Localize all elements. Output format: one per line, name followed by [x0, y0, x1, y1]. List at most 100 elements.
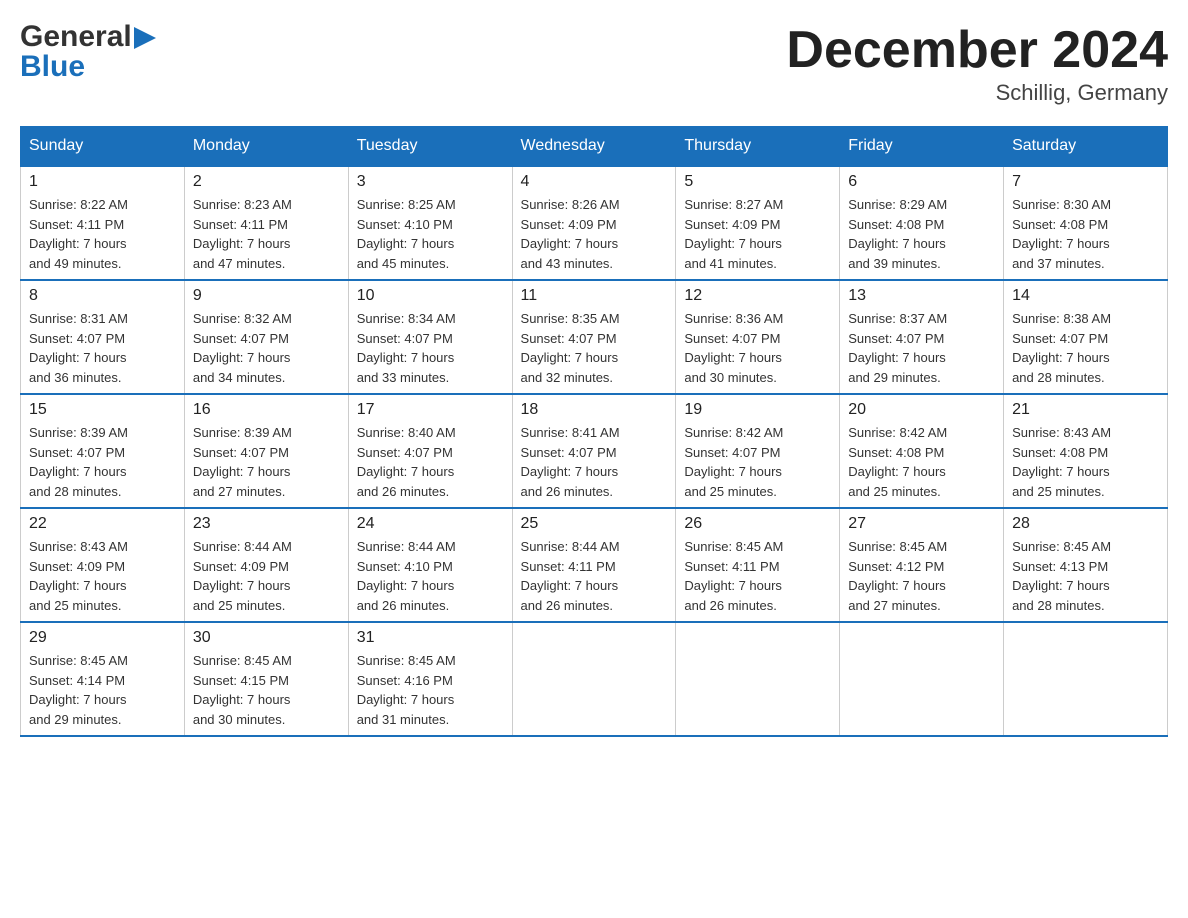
table-row: 12 Sunrise: 8:36 AMSunset: 4:07 PMDaylig… [676, 280, 840, 394]
col-monday: Monday [184, 127, 348, 167]
logo-blue-text: Blue [20, 50, 85, 84]
calendar-header-row: Sunday Monday Tuesday Wednesday Thursday… [21, 127, 1168, 167]
day-number: 15 [29, 401, 176, 419]
table-row [512, 622, 676, 736]
col-wednesday: Wednesday [512, 127, 676, 167]
day-sunrise: Sunrise: 8:45 AMSunset: 4:11 PMDaylight:… [684, 539, 783, 613]
logo-arrow-icon [134, 27, 156, 49]
calendar-week-2: 8 Sunrise: 8:31 AMSunset: 4:07 PMDayligh… [21, 280, 1168, 394]
calendar-week-4: 22 Sunrise: 8:43 AMSunset: 4:09 PMDaylig… [21, 508, 1168, 622]
day-sunrise: Sunrise: 8:23 AMSunset: 4:11 PMDaylight:… [193, 197, 292, 271]
table-row: 9 Sunrise: 8:32 AMSunset: 4:07 PMDayligh… [184, 280, 348, 394]
day-number: 18 [521, 401, 668, 419]
table-row: 13 Sunrise: 8:37 AMSunset: 4:07 PMDaylig… [840, 280, 1004, 394]
table-row: 6 Sunrise: 8:29 AMSunset: 4:08 PMDayligh… [840, 166, 1004, 280]
logo: General Blue [20, 20, 156, 84]
day-sunrise: Sunrise: 8:41 AMSunset: 4:07 PMDaylight:… [521, 425, 620, 499]
day-sunrise: Sunrise: 8:39 AMSunset: 4:07 PMDaylight:… [193, 425, 292, 499]
day-sunrise: Sunrise: 8:42 AMSunset: 4:08 PMDaylight:… [848, 425, 947, 499]
day-number: 11 [521, 287, 668, 305]
title-block: December 2024 Schillig, Germany [786, 20, 1168, 106]
col-friday: Friday [840, 127, 1004, 167]
day-sunrise: Sunrise: 8:44 AMSunset: 4:10 PMDaylight:… [357, 539, 456, 613]
location-subtitle: Schillig, Germany [786, 80, 1168, 106]
day-sunrise: Sunrise: 8:37 AMSunset: 4:07 PMDaylight:… [848, 311, 947, 385]
day-sunrise: Sunrise: 8:36 AMSunset: 4:07 PMDaylight:… [684, 311, 783, 385]
col-saturday: Saturday [1004, 127, 1168, 167]
table-row: 30 Sunrise: 8:45 AMSunset: 4:15 PMDaylig… [184, 622, 348, 736]
table-row: 25 Sunrise: 8:44 AMSunset: 4:11 PMDaylig… [512, 508, 676, 622]
table-row: 29 Sunrise: 8:45 AMSunset: 4:14 PMDaylig… [21, 622, 185, 736]
table-row: 7 Sunrise: 8:30 AMSunset: 4:08 PMDayligh… [1004, 166, 1168, 280]
day-number: 19 [684, 401, 831, 419]
table-row: 15 Sunrise: 8:39 AMSunset: 4:07 PMDaylig… [21, 394, 185, 508]
day-sunrise: Sunrise: 8:35 AMSunset: 4:07 PMDaylight:… [521, 311, 620, 385]
day-number: 17 [357, 401, 504, 419]
page-header: General Blue December 2024 Schillig, Ger… [20, 20, 1168, 106]
table-row: 11 Sunrise: 8:35 AMSunset: 4:07 PMDaylig… [512, 280, 676, 394]
table-row: 18 Sunrise: 8:41 AMSunset: 4:07 PMDaylig… [512, 394, 676, 508]
day-number: 31 [357, 629, 504, 647]
col-sunday: Sunday [21, 127, 185, 167]
day-number: 14 [1012, 287, 1159, 305]
day-number: 5 [684, 173, 831, 191]
day-number: 1 [29, 173, 176, 191]
day-number: 27 [848, 515, 995, 533]
table-row [1004, 622, 1168, 736]
day-sunrise: Sunrise: 8:43 AMSunset: 4:09 PMDaylight:… [29, 539, 128, 613]
day-number: 8 [29, 287, 176, 305]
table-row: 28 Sunrise: 8:45 AMSunset: 4:13 PMDaylig… [1004, 508, 1168, 622]
table-row: 14 Sunrise: 8:38 AMSunset: 4:07 PMDaylig… [1004, 280, 1168, 394]
calendar-week-3: 15 Sunrise: 8:39 AMSunset: 4:07 PMDaylig… [21, 394, 1168, 508]
day-number: 4 [521, 173, 668, 191]
table-row [840, 622, 1004, 736]
day-sunrise: Sunrise: 8:45 AMSunset: 4:14 PMDaylight:… [29, 653, 128, 727]
day-number: 22 [29, 515, 176, 533]
day-sunrise: Sunrise: 8:45 AMSunset: 4:15 PMDaylight:… [193, 653, 292, 727]
day-number: 3 [357, 173, 504, 191]
day-number: 25 [521, 515, 668, 533]
table-row: 23 Sunrise: 8:44 AMSunset: 4:09 PMDaylig… [184, 508, 348, 622]
day-number: 28 [1012, 515, 1159, 533]
day-sunrise: Sunrise: 8:38 AMSunset: 4:07 PMDaylight:… [1012, 311, 1111, 385]
month-year-title: December 2024 [786, 20, 1168, 80]
table-row: 5 Sunrise: 8:27 AMSunset: 4:09 PMDayligh… [676, 166, 840, 280]
calendar-week-1: 1 Sunrise: 8:22 AMSunset: 4:11 PMDayligh… [21, 166, 1168, 280]
table-row: 24 Sunrise: 8:44 AMSunset: 4:10 PMDaylig… [348, 508, 512, 622]
day-sunrise: Sunrise: 8:44 AMSunset: 4:11 PMDaylight:… [521, 539, 620, 613]
day-number: 10 [357, 287, 504, 305]
day-number: 16 [193, 401, 340, 419]
day-sunrise: Sunrise: 8:31 AMSunset: 4:07 PMDaylight:… [29, 311, 128, 385]
day-sunrise: Sunrise: 8:45 AMSunset: 4:13 PMDaylight:… [1012, 539, 1111, 613]
calendar-week-5: 29 Sunrise: 8:45 AMSunset: 4:14 PMDaylig… [21, 622, 1168, 736]
day-number: 9 [193, 287, 340, 305]
day-number: 23 [193, 515, 340, 533]
table-row: 31 Sunrise: 8:45 AMSunset: 4:16 PMDaylig… [348, 622, 512, 736]
table-row: 4 Sunrise: 8:26 AMSunset: 4:09 PMDayligh… [512, 166, 676, 280]
calendar-table: Sunday Monday Tuesday Wednesday Thursday… [20, 126, 1168, 737]
table-row: 17 Sunrise: 8:40 AMSunset: 4:07 PMDaylig… [348, 394, 512, 508]
table-row: 1 Sunrise: 8:22 AMSunset: 4:11 PMDayligh… [21, 166, 185, 280]
table-row: 2 Sunrise: 8:23 AMSunset: 4:11 PMDayligh… [184, 166, 348, 280]
day-sunrise: Sunrise: 8:22 AMSunset: 4:11 PMDaylight:… [29, 197, 128, 271]
table-row [676, 622, 840, 736]
col-tuesday: Tuesday [348, 127, 512, 167]
col-thursday: Thursday [676, 127, 840, 167]
day-number: 29 [29, 629, 176, 647]
table-row: 27 Sunrise: 8:45 AMSunset: 4:12 PMDaylig… [840, 508, 1004, 622]
day-number: 6 [848, 173, 995, 191]
day-number: 2 [193, 173, 340, 191]
table-row: 3 Sunrise: 8:25 AMSunset: 4:10 PMDayligh… [348, 166, 512, 280]
day-sunrise: Sunrise: 8:39 AMSunset: 4:07 PMDaylight:… [29, 425, 128, 499]
day-sunrise: Sunrise: 8:27 AMSunset: 4:09 PMDaylight:… [684, 197, 783, 271]
table-row: 26 Sunrise: 8:45 AMSunset: 4:11 PMDaylig… [676, 508, 840, 622]
day-number: 21 [1012, 401, 1159, 419]
day-sunrise: Sunrise: 8:43 AMSunset: 4:08 PMDaylight:… [1012, 425, 1111, 499]
day-number: 26 [684, 515, 831, 533]
day-number: 7 [1012, 173, 1159, 191]
day-sunrise: Sunrise: 8:42 AMSunset: 4:07 PMDaylight:… [684, 425, 783, 499]
table-row: 21 Sunrise: 8:43 AMSunset: 4:08 PMDaylig… [1004, 394, 1168, 508]
day-sunrise: Sunrise: 8:32 AMSunset: 4:07 PMDaylight:… [193, 311, 292, 385]
table-row: 10 Sunrise: 8:34 AMSunset: 4:07 PMDaylig… [348, 280, 512, 394]
day-number: 24 [357, 515, 504, 533]
